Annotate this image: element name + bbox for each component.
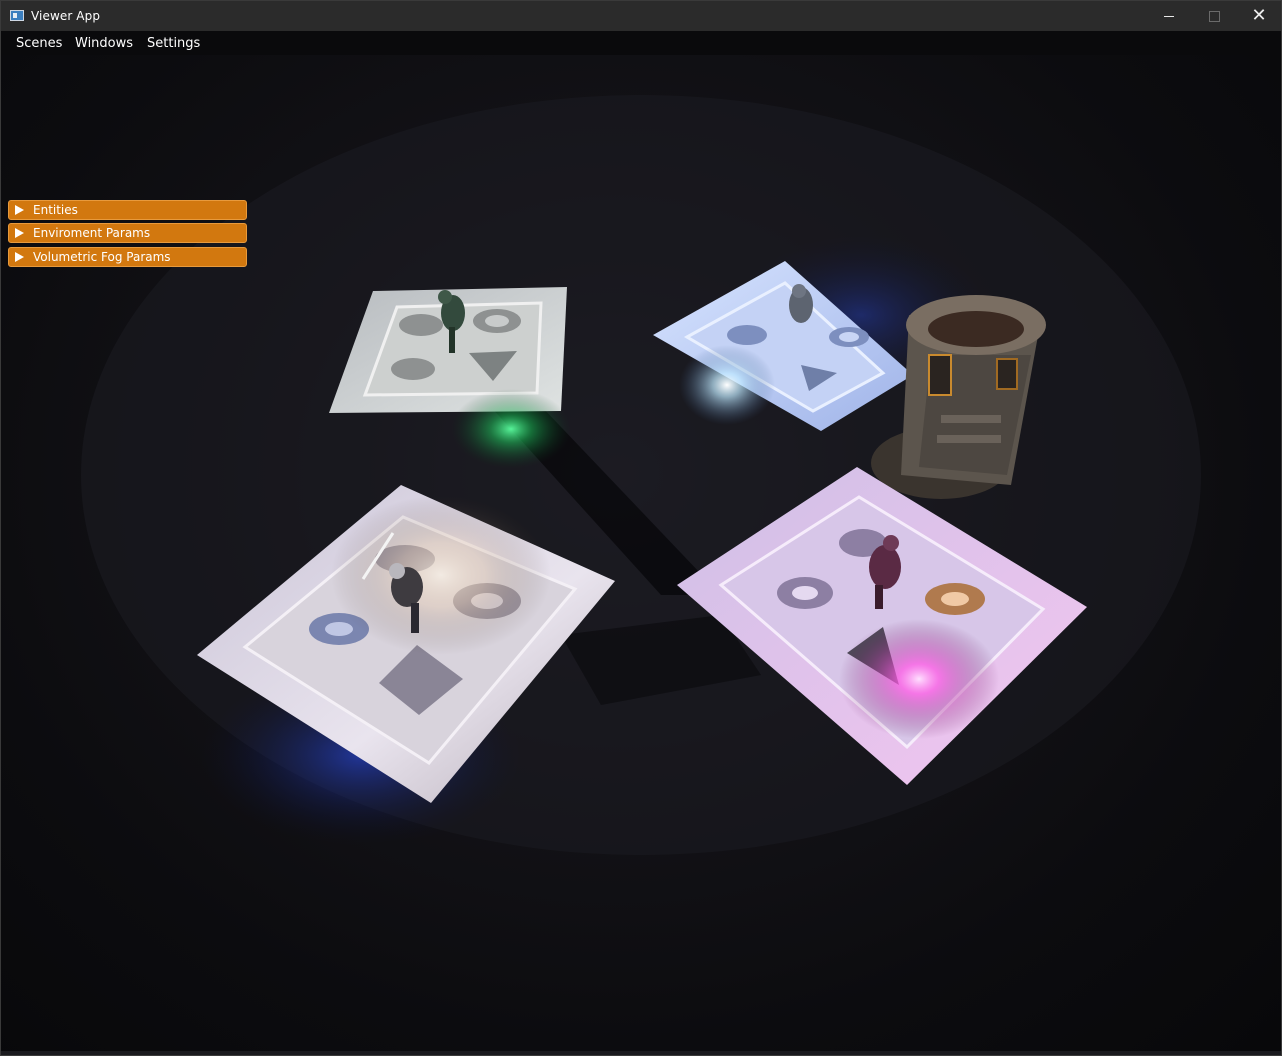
close-button[interactable]: ✕ (1236, 1, 1281, 31)
panel-volumetric-fog-params-label: Volumetric Fog Params (33, 250, 171, 264)
window-bottom-edge (1, 1051, 1281, 1055)
3d-viewport[interactable]: Entities Enviroment Params Volumetric Fo… (1, 55, 1281, 1051)
magenta-light-glow (839, 619, 999, 739)
minimize-button[interactable] (1146, 1, 1192, 31)
panel-volumetric-fog-params-header[interactable]: Volumetric Fog Params (8, 247, 247, 267)
maximize-button[interactable] (1191, 1, 1237, 31)
panel-entities-header[interactable]: Entities (8, 200, 247, 220)
window-title: Viewer App (31, 9, 101, 23)
panel-environment-params-label: Enviroment Params (33, 226, 151, 240)
maximize-icon (1208, 10, 1220, 22)
menu-bar: Scenes Windows Settings (1, 31, 1281, 55)
menu-windows[interactable]: Windows (75, 36, 133, 51)
minimize-icon (1164, 15, 1174, 17)
triangle-right-icon (15, 228, 24, 238)
close-icon: ✕ (1251, 5, 1267, 26)
panel-environment-params-header[interactable]: Enviroment Params (8, 223, 247, 243)
title-bar[interactable]: Viewer App ✕ (1, 1, 1281, 31)
green-light-glow (451, 389, 571, 469)
viewer-app-icon (10, 10, 24, 21)
menu-settings[interactable]: Settings (147, 36, 200, 51)
triangle-right-icon (15, 205, 24, 215)
triangle-right-icon (15, 252, 24, 262)
menu-scenes[interactable]: Scenes (16, 36, 62, 51)
cyan-light-glow (679, 345, 775, 425)
panel-entities-label: Entities (33, 203, 78, 217)
viewer-app-window: Viewer App ✕ Scenes Windows Settings Ent… (0, 0, 1282, 1056)
